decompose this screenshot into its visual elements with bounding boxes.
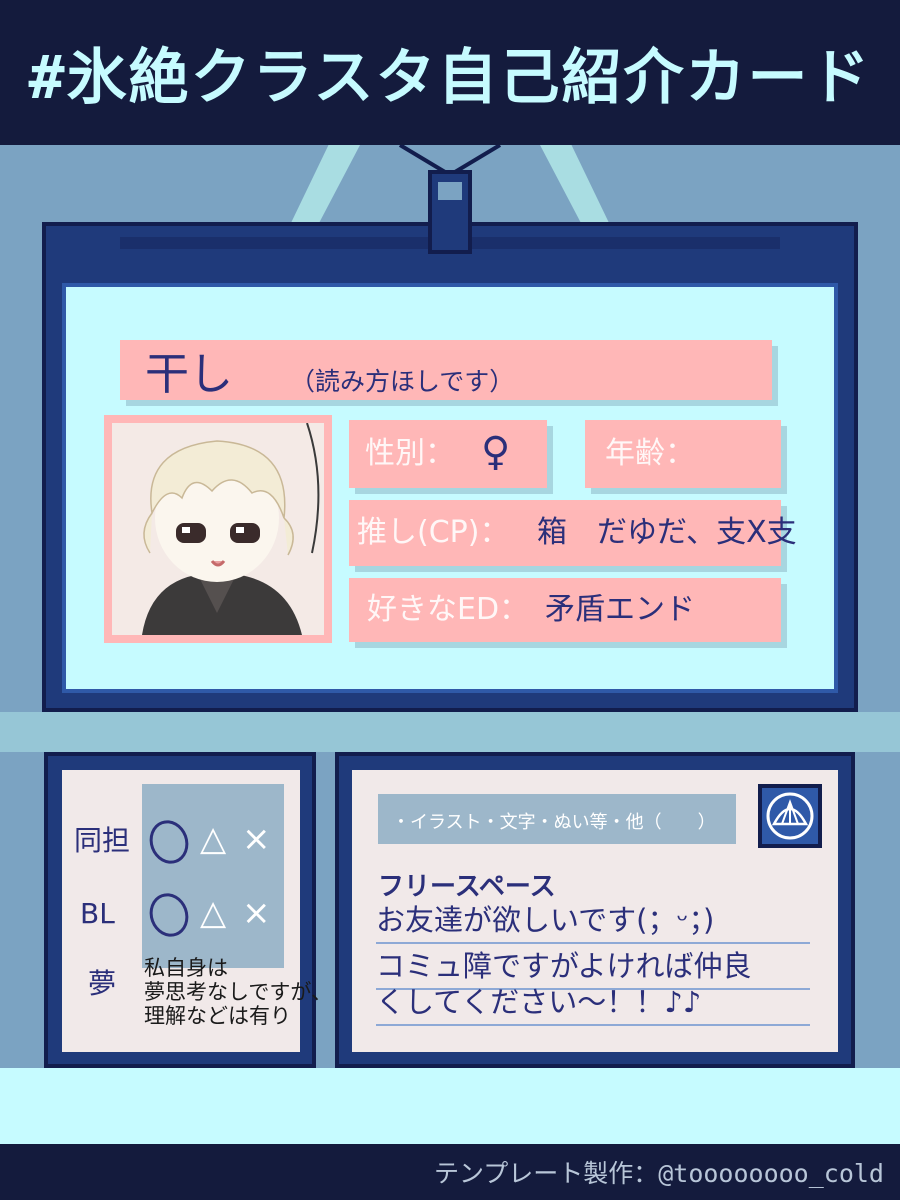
avatar	[112, 423, 324, 635]
gender-label: 性別：	[365, 436, 455, 471]
free-space-heading: フリースペース	[378, 872, 556, 902]
gender-field: 性別： ♀	[349, 420, 547, 488]
lanyard-bottom	[0, 1068, 900, 1144]
oshi-field: 推し(CP)： 箱 だゆだ、支X支	[349, 500, 797, 566]
cross-option-icon: ×	[242, 819, 271, 859]
lanyard-left	[290, 145, 360, 225]
card-clip-hole	[438, 182, 462, 200]
lanyard-right	[540, 145, 610, 225]
category-tag: ・イラスト・文字・ぬい等・他（ ）	[392, 812, 716, 833]
favorite-ending-label: 好きなED：	[367, 592, 530, 627]
favorite-ending-value: 矛盾エンド	[545, 592, 695, 627]
ruled-line	[376, 1024, 810, 1026]
oshi-value: 箱 だゆだ、支X支	[537, 515, 797, 550]
age-field: 年齢：	[585, 420, 781, 488]
free-space-line: くしてください〜！！♪♪	[376, 985, 702, 1019]
preference-label-yume: 夢	[88, 967, 117, 1000]
cross-option-icon: ×	[242, 893, 271, 933]
name-reading: （読み方ほしです）	[290, 367, 515, 396]
free-space-line: コミュ障ですがよければ仲良	[376, 949, 752, 983]
lanyard-bottom	[0, 712, 900, 752]
page-title: #氷絶クラスタ自己紹介カード	[28, 43, 872, 113]
note-line: 私自身は	[144, 956, 228, 980]
preference-label-bl: BL	[80, 897, 115, 930]
note-line: 夢思考なしですが、	[144, 980, 332, 1005]
avatar-illustration-icon	[112, 423, 324, 635]
ruled-line	[376, 942, 810, 944]
favorite-ending-field: 好きなED： 矛盾エンド	[349, 578, 781, 642]
triangle-option-icon: △	[200, 893, 227, 933]
gender-value: ♀	[481, 429, 511, 475]
note-line: 理解などは有り	[144, 1004, 291, 1029]
handwritten-note: 私自身は 夢思考なしですが、 理解などは有り	[144, 956, 332, 1028]
shell-emblem-icon	[758, 784, 822, 848]
age-label: 年齢：	[605, 436, 695, 471]
free-space-line: お友達が欲しいです(；ᵕ；)	[376, 903, 715, 937]
template-credit: テンプレート製作：@toooooooo_cold	[433, 1159, 884, 1188]
name-value: 干し	[145, 349, 233, 400]
oshi-label: 推し(CP)：	[357, 515, 510, 550]
preferences-options-column	[142, 784, 284, 968]
preference-label-doutan: 同担	[74, 824, 131, 857]
triangle-option-icon: △	[200, 819, 227, 859]
